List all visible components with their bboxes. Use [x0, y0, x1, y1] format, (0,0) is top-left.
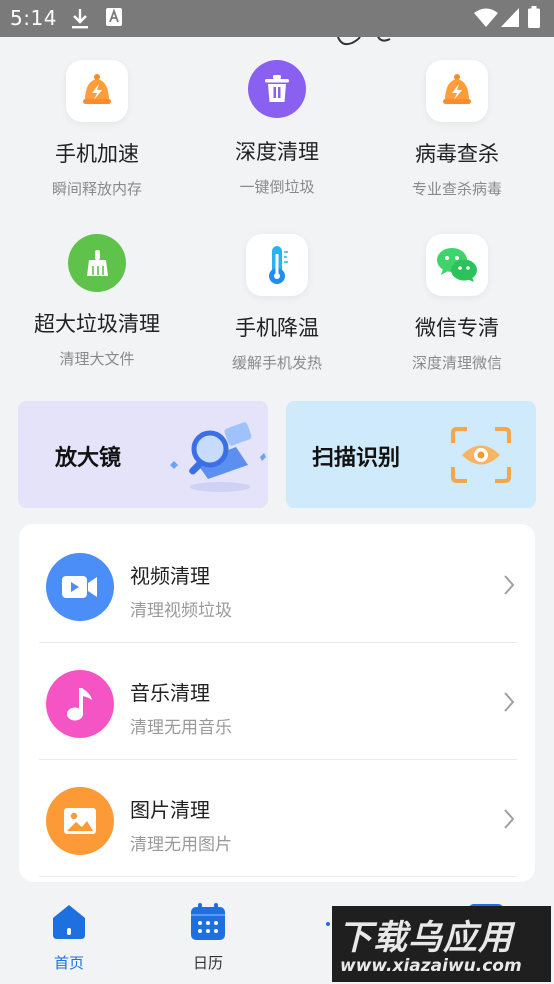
list-item-music[interactable]: 音乐清理 清理无用音乐	[19, 641, 535, 757]
tool-name: 病毒查杀	[415, 142, 499, 166]
list-item-title: 视频清理	[130, 564, 210, 588]
list-item-image[interactable]: 图片清理 清理无用图片	[19, 758, 535, 874]
tool-deep-clean-icon	[248, 60, 306, 118]
tool-desc: 专业查杀病毒	[411, 180, 502, 198]
tool-virus-scan[interactable]: 病毒查杀 专业查杀病毒	[367, 60, 547, 199]
tool-name: 深度清理	[235, 140, 319, 164]
download-icon	[72, 9, 88, 29]
thermometer-icon	[269, 246, 288, 284]
tool-wechat-clean[interactable]: 微信专清 深度清理微信	[367, 234, 547, 373]
signal-icon	[501, 8, 519, 27]
tool-desc: 一键倒垃圾	[239, 178, 315, 196]
video-icon	[62, 576, 97, 598]
tool-deep-clean[interactable]: 深度清理 一键倒垃圾	[187, 60, 367, 197]
tool-desc: 瞬间释放内存	[51, 180, 142, 198]
tool-desc: 缓解手机发热	[231, 354, 322, 372]
tool-wechat-clean-icon	[426, 234, 488, 296]
list-item-subtitle: 清理视频垃圾	[130, 601, 232, 621]
image-icon	[64, 808, 96, 834]
scan-eye-icon	[451, 427, 511, 483]
list-divider	[39, 876, 517, 877]
broom-icon	[87, 250, 108, 276]
list-item-subtitle: 清理无用图片	[130, 835, 232, 855]
image-icon-circle	[46, 787, 114, 855]
tool-phone-speedup[interactable]: 手机加速 瞬间释放内存	[7, 60, 187, 199]
bell-bolt-icon	[83, 74, 111, 104]
tool-large-junk-icon	[68, 234, 126, 292]
list-item-title: 音乐清理	[130, 681, 210, 705]
battery-icon	[528, 6, 540, 28]
status-time: 5:14	[10, 6, 57, 30]
nav-home[interactable]: 首页	[29, 902, 109, 973]
tool-desc: 深度清理微信	[411, 354, 502, 372]
tool-desc: 清理大文件	[59, 350, 135, 368]
music-icon-circle	[46, 670, 114, 738]
tool-virus-scan-icon	[426, 60, 488, 122]
trash-icon	[265, 75, 289, 102]
tool-name: 超大垃圾清理	[34, 312, 160, 336]
wechat-icon	[437, 248, 477, 282]
header-decoration	[337, 37, 391, 46]
scan-title: 扫描识别	[312, 446, 401, 471]
watermark-logo-text: 下载乌应用	[338, 918, 513, 958]
list-item-subtitle: 清理无用音乐	[130, 718, 232, 738]
tool-name: 手机降温	[235, 316, 319, 340]
list-item-title: 图片清理	[130, 798, 210, 822]
video-icon-circle	[46, 553, 114, 621]
font-a-icon	[106, 8, 122, 26]
magnifier-title: 放大镜	[55, 446, 122, 471]
home-icon	[53, 905, 85, 939]
watermark-url: www.xiazaiwu.com	[340, 956, 522, 976]
tool-phone-cooling[interactable]: 手机降温 缓解手机发热	[187, 234, 367, 373]
music-note-icon	[67, 688, 92, 721]
chevron-right-icon	[504, 809, 515, 829]
nav-calendar-label: 日历	[192, 954, 223, 972]
nav-calendar[interactable]: 日历	[168, 902, 248, 973]
list-item-video[interactable]: 视频清理 清理视频垃圾	[19, 524, 535, 640]
calendar-icon	[191, 903, 225, 940]
tool-name: 微信专清	[415, 316, 499, 340]
tool-name: 手机加速	[55, 142, 139, 166]
magnifier-icon	[170, 422, 266, 492]
tool-large-junk-clean[interactable]: 超大垃圾清理 清理大文件	[7, 234, 187, 369]
magnifier-card[interactable]: 放大镜	[18, 401, 268, 508]
wifi-icon	[474, 8, 498, 27]
chevron-right-icon	[504, 692, 515, 712]
clean-list-panel: 视频清理 清理视频垃圾 音乐清理 清理无用音乐 图片清理 清理无用图片	[19, 524, 535, 882]
nav-home-label: 首页	[53, 954, 84, 972]
chevron-right-icon	[504, 575, 515, 595]
status-bar: 5:14	[0, 0, 554, 37]
watermark: 下载乌应用 www.xiazaiwu.com	[332, 906, 551, 982]
scan-card[interactable]: 扫描识别	[286, 401, 536, 508]
tool-phone-speedup-icon	[66, 60, 128, 122]
tool-phone-cooling-icon	[246, 234, 308, 296]
bell-bolt-icon	[443, 74, 471, 104]
